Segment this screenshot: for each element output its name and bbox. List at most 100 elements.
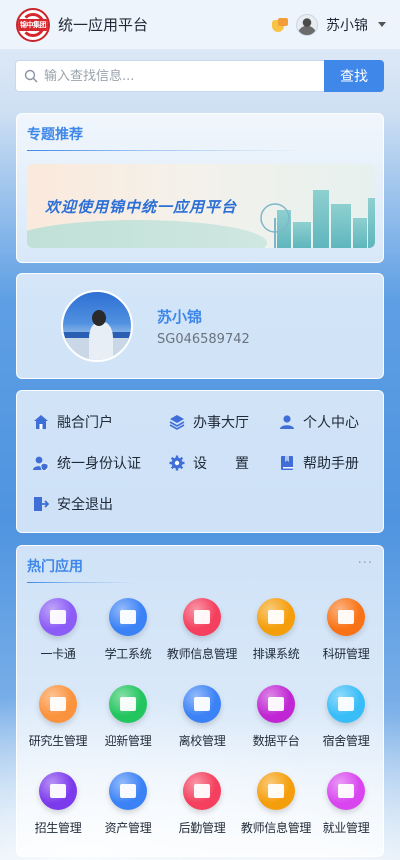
- menu-label: 办事大厅: [193, 415, 249, 431]
- featured-card: 专题推荐 欢迎使用锦中统一应用平台: [16, 113, 384, 263]
- app-label: 迎新管理: [104, 734, 152, 748]
- user-avatar[interactable]: [296, 13, 318, 36]
- app-glyph: [120, 610, 136, 624]
- user-icon: [280, 415, 294, 429]
- calendar-icon: [257, 598, 295, 636]
- user-shield-icon: [33, 456, 49, 471]
- menu-logout[interactable]: 安全退出: [33, 494, 113, 514]
- chevron-down-icon[interactable]: [378, 22, 386, 27]
- app-label: 科研管理: [322, 647, 370, 661]
- app-glyph: [120, 784, 136, 798]
- search-input[interactable]: [44, 68, 324, 84]
- app-briefcase[interactable]: 就业管理: [309, 772, 383, 836]
- app-label: 一卡通: [40, 647, 76, 661]
- menu-label: 统一身份认证: [57, 456, 141, 472]
- app-clipboard[interactable]: 教师信息管理: [165, 598, 239, 662]
- briefcase-icon: [327, 772, 365, 810]
- brand-logo[interactable]: 锦中集团: [16, 7, 50, 42]
- book-icon: [281, 456, 293, 470]
- app-glyph: [268, 697, 284, 711]
- menu-help[interactable]: 帮助手册: [279, 453, 359, 473]
- graduation-cap-icon: [39, 685, 77, 723]
- profile-name: 苏小锦: [157, 308, 203, 326]
- welcome-banner[interactable]: 欢迎使用锦中统一应用平台: [27, 164, 375, 248]
- menu-unified-auth[interactable]: 统一身份认证: [33, 453, 141, 473]
- building-icon: [327, 685, 365, 723]
- users-icon: [109, 685, 147, 723]
- app-building[interactable]: 宿舍管理: [309, 685, 383, 749]
- section-divider: [27, 582, 163, 583]
- yen-box-icon: [109, 772, 147, 810]
- contact-book-icon: [39, 772, 77, 810]
- app-label: 学工系统: [104, 647, 152, 661]
- app-glyph: [268, 784, 284, 798]
- app-label: 研究生管理: [28, 734, 88, 748]
- app-search-doc[interactable]: 学工系统: [91, 598, 165, 662]
- gear-icon: [169, 455, 185, 471]
- menu-portal[interactable]: 融合门户: [33, 412, 113, 432]
- menu-label: 帮助手册: [303, 456, 359, 472]
- app-teacher[interactable]: 教师信息管理: [239, 772, 313, 836]
- app-label: 排课系统: [252, 647, 300, 661]
- profile-card: 苏小锦 SG046589742: [16, 273, 384, 379]
- app-label: 招生管理: [34, 821, 82, 835]
- hot-apps-card: 热门应用 ··· 一卡通 学工系统 教师信息管理 排课系统 科研管理 研究生管理 迎新管理 离…: [16, 545, 384, 857]
- app-yen-box[interactable]: 资产管理: [91, 772, 165, 836]
- app-card[interactable]: 一卡通: [21, 598, 95, 662]
- home-icon: [34, 415, 48, 429]
- app-glyph: [338, 697, 354, 711]
- app-label: 资产管理: [104, 821, 152, 835]
- app-glyph: [338, 784, 354, 798]
- hot-apps-title: 热门应用: [27, 559, 83, 575]
- pie-chart-icon: [257, 685, 295, 723]
- menu-settings[interactable]: 设 置: [169, 453, 249, 473]
- app-label: 就业管理: [322, 821, 370, 835]
- app-graduation-cap[interactable]: 研究生管理: [21, 685, 95, 749]
- search-doc-icon: [109, 598, 147, 636]
- app-presentation[interactable]: 科研管理: [309, 598, 383, 662]
- card-icon: [39, 598, 77, 636]
- app-glyph: [268, 610, 284, 624]
- logout-icon: [34, 497, 49, 511]
- app-contact-book[interactable]: 招生管理: [21, 772, 95, 836]
- app-glyph: [194, 697, 210, 711]
- bank-icon: [183, 685, 221, 723]
- app-label: 教师信息管理: [240, 821, 312, 835]
- app-glyph: [50, 697, 66, 711]
- featured-title: 专题推荐: [27, 127, 83, 143]
- app-title: 统一应用平台: [58, 16, 149, 34]
- menu-personal-center[interactable]: 个人中心: [279, 412, 359, 432]
- app-calendar[interactable]: 排课系统: [239, 598, 313, 662]
- menu-service-hall[interactable]: 办事大厅: [169, 412, 249, 432]
- app-glyph: [50, 784, 66, 798]
- more-icon[interactable]: ···: [358, 556, 373, 571]
- profile-id: SG046589742: [157, 332, 250, 347]
- app-users[interactable]: 迎新管理: [91, 685, 165, 749]
- app-label: 宿舍管理: [322, 734, 370, 748]
- app-glyph: [338, 610, 354, 624]
- app-label: 数据平台: [252, 734, 300, 748]
- search-bar: 查找: [15, 60, 384, 92]
- tree-illustration: [260, 203, 290, 248]
- menu-label: 个人中心: [303, 415, 359, 431]
- app-label: 后勤管理: [178, 821, 226, 835]
- heart-hand-icon: [183, 772, 221, 810]
- profile-avatar[interactable]: [61, 290, 133, 362]
- app-label: 离校管理: [178, 734, 226, 748]
- menu-label: 融合门户: [57, 415, 113, 431]
- menu-label: 设 置: [193, 456, 249, 472]
- app-pie-chart[interactable]: 数据平台: [239, 685, 313, 749]
- teacher-icon: [257, 772, 295, 810]
- search-field[interactable]: [15, 60, 324, 92]
- app-heart-hand[interactable]: 后勤管理: [165, 772, 239, 836]
- skin-theme-icon[interactable]: [272, 17, 288, 32]
- app-label: 教师信息管理: [166, 647, 238, 661]
- app-glyph: [194, 610, 210, 624]
- app-bank[interactable]: 离校管理: [165, 685, 239, 749]
- logo-text: 锦中集团: [18, 18, 48, 31]
- user-name[interactable]: 苏小锦: [326, 15, 368, 35]
- menu-label: 安全退出: [57, 497, 113, 513]
- section-divider: [27, 150, 373, 151]
- clipboard-icon: [183, 598, 221, 636]
- search-button[interactable]: 查找: [324, 60, 384, 92]
